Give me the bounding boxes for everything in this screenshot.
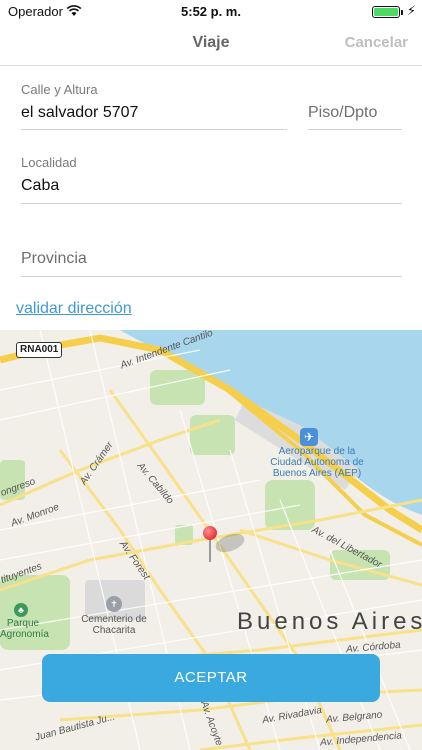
city-label: Buenos Aires	[237, 608, 422, 635]
route-badge: RNA001	[16, 342, 63, 358]
bolt-icon: ⚡︎	[406, 3, 416, 18]
park-area	[150, 370, 205, 405]
cemetery-icon[interactable]: ✝	[106, 596, 122, 612]
locality-field[interactable]: Localidad Caba	[21, 155, 402, 204]
floor-apartment-input[interactable]: Piso/Dpto	[308, 104, 377, 122]
airport-icon[interactable]: ✈︎	[300, 428, 318, 446]
cemetery-label: Cementerio de Chacarita	[81, 614, 147, 636]
park-label: Parque Agronomía	[0, 618, 49, 640]
status-bar: Operador 5:52 p. m. ⚡︎	[0, 0, 422, 24]
accept-button[interactable]: ACEPTAR	[42, 654, 380, 702]
street-input[interactable]: el salvador 5707	[21, 104, 138, 122]
airport-label: Aeroparque de la Ciudad Autonoma de Buen…	[270, 446, 364, 479]
location-pin-icon[interactable]	[203, 526, 217, 540]
validate-address-link[interactable]: validar dirección	[16, 300, 132, 318]
cancel-button[interactable]: Cancelar	[345, 34, 408, 51]
park-icon[interactable]: ♣	[14, 603, 28, 617]
province-field[interactable]: Provincia	[21, 228, 402, 277]
status-time: 5:52 p. m.	[181, 4, 241, 19]
street-field[interactable]: Calle y Altura el salvador 5707	[21, 82, 287, 130]
street-label: Calle y Altura	[21, 82, 98, 97]
province-input[interactable]: Provincia	[21, 250, 87, 268]
locality-label: Localidad	[21, 155, 77, 170]
battery-icon	[372, 6, 400, 18]
floor-apartment-field[interactable]: Piso/Dpto	[308, 82, 402, 130]
battery-cap	[401, 10, 403, 15]
pin-stem	[209, 539, 211, 562]
nav-bar: Viaje Cancelar	[0, 24, 422, 66]
battery-level	[374, 8, 398, 16]
locality-input[interactable]: Caba	[21, 177, 59, 195]
